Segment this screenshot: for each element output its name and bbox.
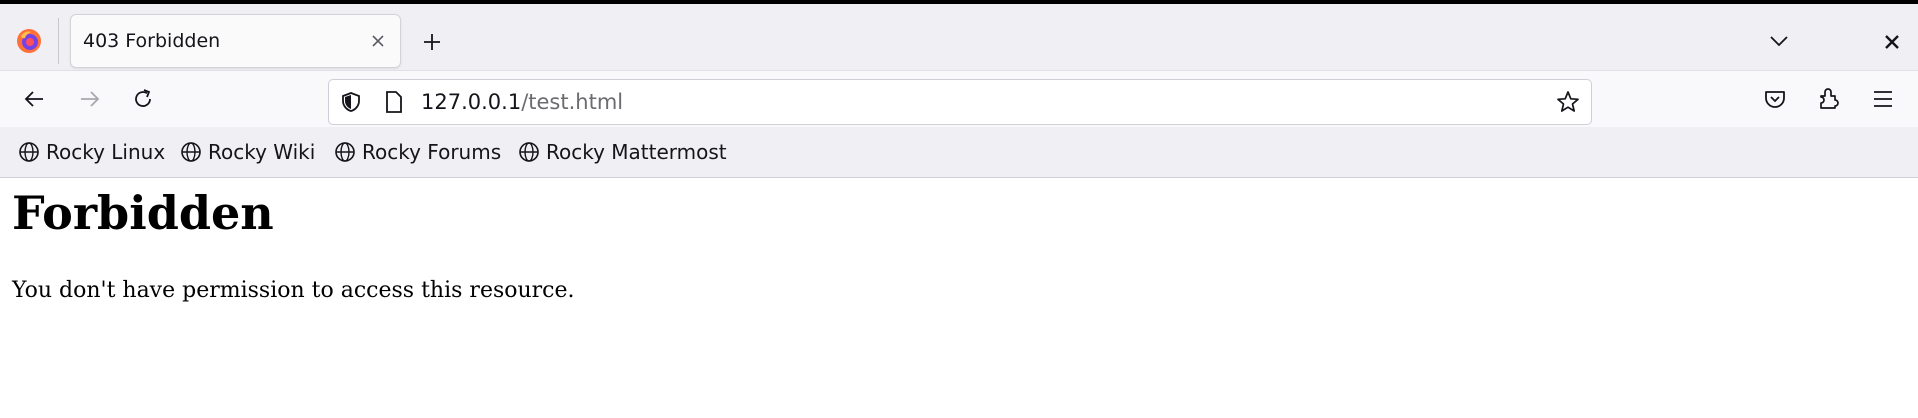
tab-title: 403 Forbidden — [83, 30, 221, 52]
page-icon[interactable] — [383, 90, 405, 114]
bookmark-label: Rocky Linux — [46, 140, 166, 164]
tab-active[interactable]: 403 Forbidden — [70, 14, 401, 68]
globe-icon — [19, 142, 39, 162]
window-close-icon[interactable] — [1882, 32, 1902, 52]
url-bar[interactable]: 127.0.0.1/test.html — [328, 79, 1592, 125]
pocket-icon[interactable] — [1762, 86, 1788, 112]
bookmark-rocky-mattermost[interactable]: Rocky Mattermost — [518, 139, 727, 165]
bookmark-rocky-linux[interactable]: Rocky Linux — [18, 139, 165, 165]
star-icon[interactable] — [1555, 89, 1581, 115]
bookmark-rocky-wiki[interactable]: Rocky Wiki — [180, 139, 315, 165]
reload-icon[interactable] — [130, 86, 156, 112]
url-text[interactable]: 127.0.0.1/test.html — [421, 90, 623, 114]
bookmark-rocky-forums[interactable]: Rocky Forums — [334, 139, 501, 165]
navigation-bar: 127.0.0.1/test.html — [0, 70, 1918, 127]
globe-icon — [519, 142, 539, 162]
error-message: You don't have permission to access this… — [12, 278, 575, 303]
globe-icon — [181, 142, 201, 162]
tab-strip: 403 Forbidden — [0, 4, 1918, 70]
plus-icon[interactable] — [420, 30, 444, 54]
firefox-logo-icon[interactable] — [16, 28, 42, 54]
chevron-down-icon[interactable] — [1768, 32, 1790, 50]
arrow-left-icon[interactable] — [22, 86, 48, 112]
page-title: Forbidden — [12, 186, 274, 240]
arrow-right-icon[interactable] — [76, 86, 102, 112]
shield-icon[interactable] — [339, 90, 363, 114]
bookmark-label: Rocky Forums — [362, 140, 502, 164]
hamburger-menu-icon[interactable] — [1870, 86, 1896, 112]
extensions-icon[interactable] — [1816, 86, 1842, 112]
bookmark-label: Rocky Mattermost — [546, 140, 727, 164]
url-host: 127.0.0.1 — [421, 90, 522, 114]
url-path: /test.html — [521, 90, 624, 114]
tabstrip-divider — [58, 18, 59, 64]
bookmarks-toolbar: Rocky Linux Rocky Wiki Rocky Forums Rock… — [0, 127, 1918, 178]
browser-chrome: 403 Forbidden 127.0.0.1/test.html Rocky … — [0, 0, 1918, 178]
tab-close-icon[interactable] — [368, 31, 388, 51]
bookmark-label: Rocky Wiki — [208, 140, 316, 164]
globe-icon — [335, 142, 355, 162]
